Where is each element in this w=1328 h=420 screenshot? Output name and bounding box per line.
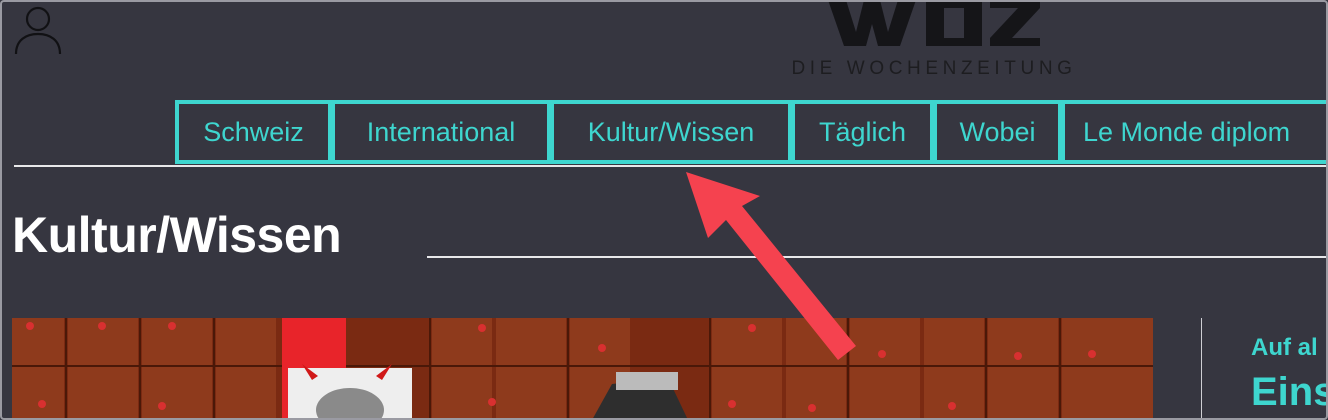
nav-item-le-monde-diplomatique[interactable]: Le Monde diplom (1061, 100, 1328, 164)
nav-item-wobei[interactable]: Wobei (933, 100, 1062, 164)
sidebar-headline[interactable]: Eins (1251, 370, 1328, 415)
main-navigation: Schweiz International Kultur/Wissen Tägl… (175, 100, 1328, 164)
nav-item-schweiz[interactable]: Schweiz (175, 100, 332, 164)
nav-item-kultur-wissen[interactable]: Kultur/Wissen (550, 100, 792, 164)
nav-divider (14, 165, 1328, 167)
logo-subtitle: DIE WOCHENZEITUNG (791, 58, 1077, 79)
nav-item-international[interactable]: International (331, 100, 551, 164)
woz-logo-mark (828, 0, 1040, 46)
nav-item-taeglich[interactable]: Täglich (791, 100, 934, 164)
hero-image-illustration (12, 318, 1153, 420)
sidebar-divider (1201, 318, 1202, 420)
page-title: Kultur/Wissen (12, 207, 342, 263)
hero-image[interactable] (12, 318, 1153, 420)
user-icon[interactable] (14, 4, 62, 56)
title-divider (427, 256, 1328, 258)
site-logo[interactable]: DIE WOCHENZEITUNG (776, 0, 1096, 80)
sidebar-kicker: Auf al (1251, 334, 1318, 361)
